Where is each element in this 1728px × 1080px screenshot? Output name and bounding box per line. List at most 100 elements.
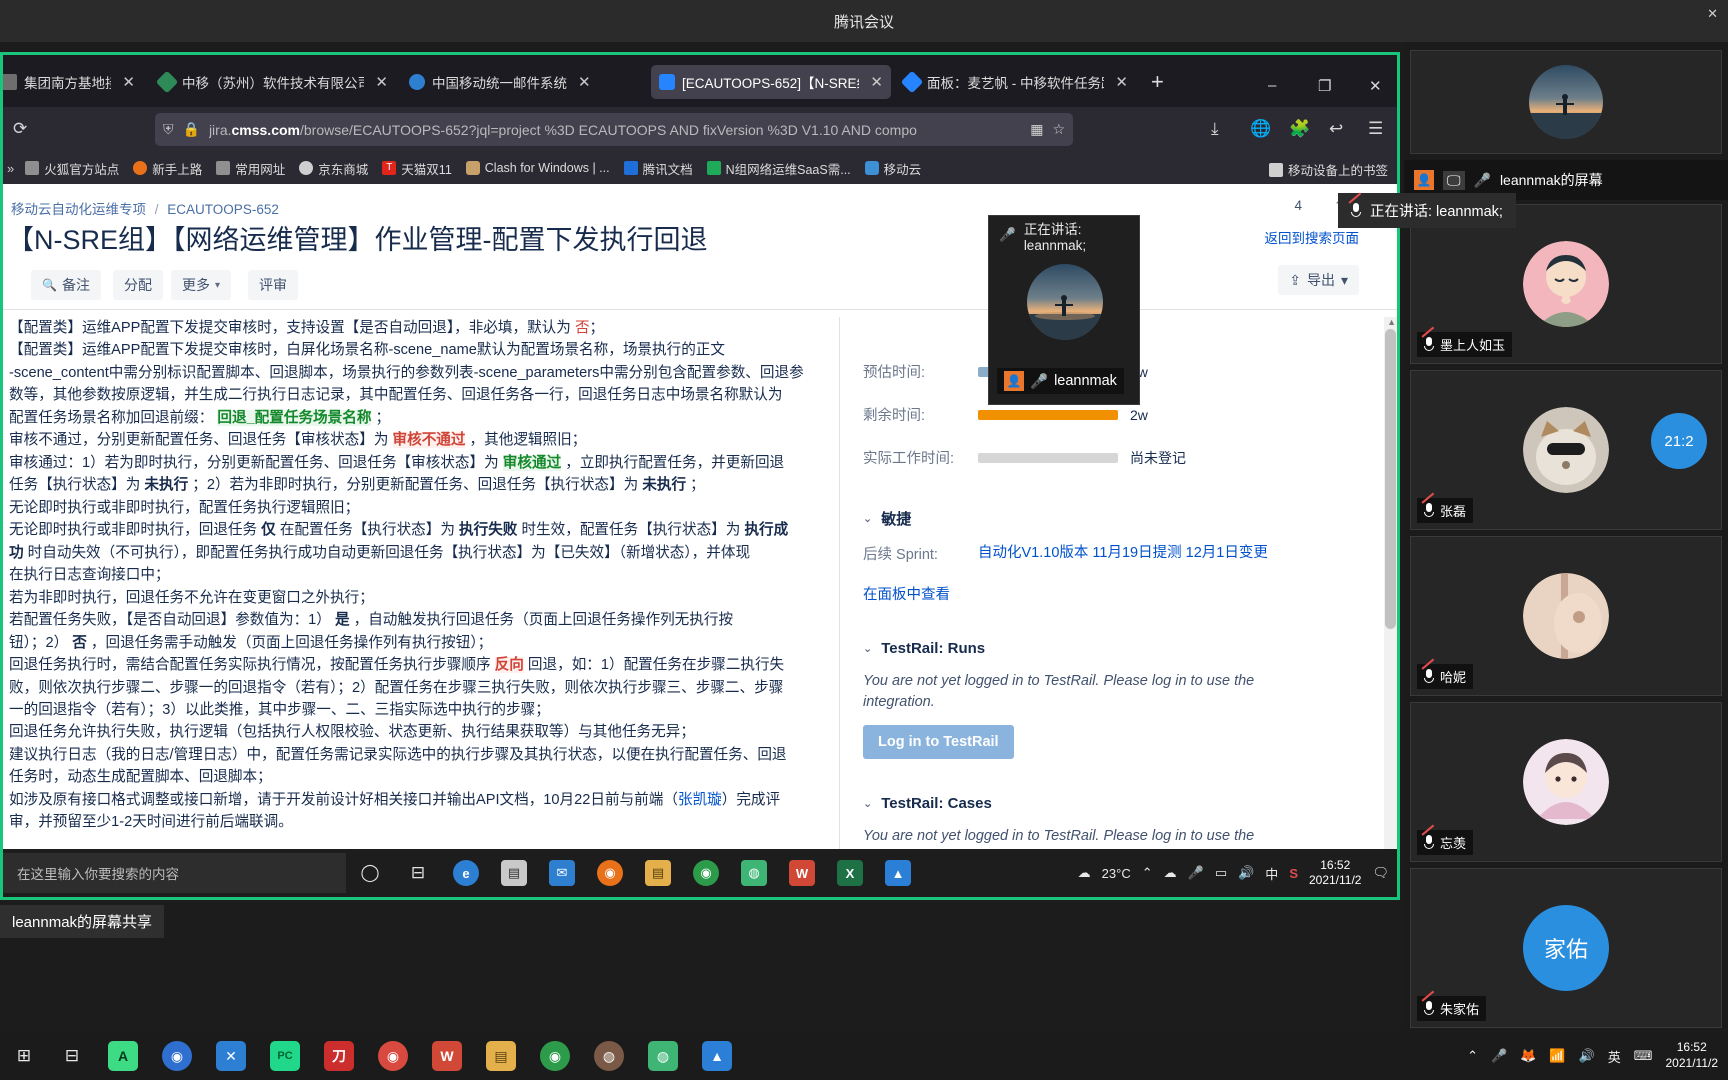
volume-icon[interactable]: 🔊 [1238,865,1254,881]
tab-close-icon[interactable]: ✕ [1115,73,1128,91]
cortana-icon[interactable]: ◯ [346,849,394,897]
bookmark-mobile-folder[interactable]: 移动设备上的书签 [1262,157,1395,182]
participant-tile-4[interactable]: 家佑 朱家佑 [1410,868,1722,1028]
user-link[interactable]: 张凯璇 [678,792,722,808]
taskbar-app-edge[interactable]: e [442,849,490,897]
browser-tab-0[interactable]: 集团南方基地接入认证 ✕ [3,65,143,99]
participant-tile-1[interactable]: 21:2 张磊 [1410,370,1722,530]
taskbar-app-photo[interactable]: ◍ [582,1032,636,1080]
mic-icon[interactable]: 🎤 [1188,865,1204,881]
taskbar-app-meeting[interactable]: ▲ [874,849,922,897]
bookmark-item-8[interactable]: 移动云 [858,156,929,181]
wifi-icon[interactable]: 📶 [1549,1048,1565,1064]
taskbar-app-store[interactable]: ▤ [490,849,538,897]
chevron-up-icon[interactable]: ⌃ [1467,1048,1478,1064]
cloud-icon[interactable]: ☁ [1164,865,1177,881]
login-to-testrail-button[interactable]: Log in to TestRail [863,724,1014,759]
ime-indicator[interactable]: 英 [1608,1047,1621,1066]
page-scrollbar-thumb[interactable] [1385,329,1396,629]
comment-button[interactable]: 🔍 备注 [31,270,101,300]
window-close-button[interactable]: ✕ [1369,77,1382,95]
taskbar-app-pycharm[interactable]: PC [258,1032,312,1080]
taskbar-app-safari[interactable]: ◉ [366,1032,420,1080]
taskbar-app-meeting[interactable]: ▲ [690,1032,744,1080]
taskbar-clock[interactable]: 16:52 2021/11/2 [1309,858,1362,889]
export-button[interactable]: ⇪ 导出 ▾ [1278,265,1359,295]
menu-icon[interactable]: ☰ [1368,119,1383,139]
reload-icon[interactable]: ⟳ [13,119,27,139]
taskbar-app-vscode[interactable]: ✕ [204,1032,258,1080]
tab-close-icon[interactable]: ✕ [870,73,883,91]
bookmark-item-6[interactable]: 腾讯文档 [617,156,700,181]
taskbar-app-chrome[interactable]: ◉ [682,849,730,897]
bookmark-item-0[interactable]: 火狐官方站点 [18,156,126,181]
taskbar-app-red[interactable]: 刀 [312,1032,366,1080]
browser-tab-1[interactable]: 中移（苏州）软件技术有限公司 ✕ [151,65,396,99]
keyboard-icon[interactable]: ⌨ [1634,1048,1653,1064]
host-clock[interactable]: 16:52 2021/11/2 [1666,1040,1719,1071]
taskbar-app-wps[interactable]: W [420,1032,474,1080]
bookmark-item-3[interactable]: 京东商城 [292,156,375,181]
section-agile-header[interactable]: ⌄ 敏捷 [863,508,1363,529]
bookmark-star-icon[interactable]: ☆ [1052,121,1065,138]
participant-tile-2[interactable]: 哈妮 [1410,536,1722,696]
taskbar-app-android-studio[interactable]: A [96,1032,150,1080]
taskbar-app-browser[interactable]: ◉ [150,1032,204,1080]
mic-icon[interactable]: 🎤 [1491,1048,1507,1064]
windows-search-box[interactable]: 在这里输入你要搜索的内容 [3,853,346,893]
window-minimize-button[interactable]: – [1268,77,1276,94]
undo-icon[interactable]: ↩ [1329,119,1343,139]
participant-tile-self[interactable] [1410,50,1722,154]
view-on-board-link[interactable]: 在面板中查看 [863,587,950,603]
weather-icon[interactable]: ☁ [1078,865,1091,881]
taskbar-app-wps[interactable]: W [778,849,826,897]
tab-close-icon[interactable]: ✕ [122,73,135,91]
taskbar-app-firefox[interactable]: ◉ [586,849,634,897]
tab-close-icon[interactable]: ✕ [375,73,388,91]
new-tab-button[interactable]: + [1151,71,1164,93]
section-testrail-runs-header[interactable]: ⌄ TestRail: Runs [863,640,1363,657]
bookmark-item-7[interactable]: N组网络运维SaaS需... [700,156,858,181]
battery-icon[interactable]: ▭ [1215,865,1227,881]
taskbar-app-wechat[interactable]: ◍ [730,849,778,897]
task-view-icon[interactable]: ⊟ [48,1032,96,1080]
window-maximize-button[interactable]: ❐ [1318,77,1331,95]
lock-icon[interactable]: 🔒 [183,121,200,138]
back-to-search-link[interactable]: 返回到搜索页面 [1265,227,1360,247]
ime-indicator[interactable]: 中 [1265,864,1278,883]
download-icon[interactable]: ⤓ [1211,119,1219,139]
taskbar-app-mail[interactable]: ✉ [538,849,586,897]
volume-icon[interactable]: 🔊 [1579,1048,1595,1064]
extension-icon[interactable]: 🧩 [1289,119,1310,139]
section-testrail-cases-header[interactable]: ⌄ TestRail: Cases [863,795,1363,812]
host-window-close-icon[interactable]: ✕ [1707,6,1718,22]
breadcrumb-project-link[interactable]: 移动云自动化运维专项 [11,202,146,217]
qrcode-icon[interactable]: ▦ [1030,121,1043,138]
notification-icon[interactable]: 🗨 [1372,865,1389,881]
browser-tab-3-active[interactable]: [ECAUTOOPS-652]【N-SRE组 ✕ [651,65,891,99]
participant-tile-3[interactable]: 忘羡 [1410,702,1722,862]
sogou-icon[interactable]: S [1289,866,1298,881]
more-button[interactable]: 更多 ▾ [171,270,232,300]
fox-icon[interactable]: 🦊 [1520,1048,1536,1064]
shield-icon[interactable]: ⛨ [163,121,174,138]
bookmarks-overflow-icon[interactable]: » [3,161,18,176]
taskbar-app-explorer[interactable]: ▤ [634,849,682,897]
bookmark-item-5[interactable]: Clash for Windows | ... [459,158,617,178]
active-speaker-card[interactable]: 🎤 正在讲话: leannmak; 👤 🎤 leannmak [988,215,1140,405]
bookmark-item-4[interactable]: T 天猫双11 [375,156,458,181]
sprint-value[interactable]: 自动化V1.10版本 11月19日提测 12月1日变更 [978,543,1318,565]
browser-tab-4[interactable]: 面板：麦艺帆 - 中移软件任务跟 ✕ [896,65,1136,99]
breadcrumb-issue-link[interactable]: ECAUTOOPS-652 [167,202,279,217]
assign-button[interactable]: 分配 [113,270,163,300]
taskbar-app-folder[interactable]: ▤ [474,1032,528,1080]
address-bar[interactable]: ⛨ 🔒 jira.cmss.com/browse/ECAUTOOPS-652?j… [155,113,1073,146]
scroll-up-icon[interactable]: ▲ [1387,317,1396,327]
task-view-icon[interactable]: ⊟ [394,849,442,897]
taskbar-app-excel[interactable]: X [826,849,874,897]
participant-tile-0[interactable]: 墨上人如玉 [1410,204,1722,364]
account-icon[interactable]: 🌐 [1250,119,1271,139]
bookmark-item-1[interactable]: 新手上路 [126,156,209,181]
review-button[interactable]: 评审 [248,270,298,300]
browser-tab-2[interactable]: 中国移动统一邮件系统 ✕ [401,65,646,99]
